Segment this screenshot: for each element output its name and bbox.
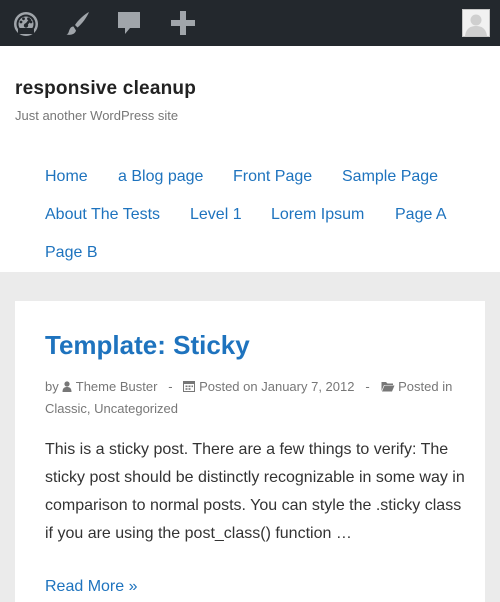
site-description: Just another WordPress site (15, 108, 179, 123)
site-header: responsive cleanup Just another WordPres… (0, 46, 500, 272)
posted-in-label: Posted in (398, 379, 453, 394)
post-meta-line-1: by Theme Buster - Posted on January 7, 2… (45, 379, 452, 394)
post-title[interactable]: Template: Sticky (45, 330, 250, 361)
category-separator: , (86, 401, 91, 416)
post-date-link[interactable]: January 7, 2012 (261, 379, 354, 394)
category-link-classic[interactable]: Classic (45, 401, 87, 416)
nav-item-sample-page[interactable]: Sample Page (342, 168, 438, 186)
calendar-icon (183, 381, 196, 392)
nav-item-blog-page[interactable]: a Blog page (118, 168, 203, 186)
read-more-link[interactable]: Read More » (45, 578, 138, 596)
dashboard-icon[interactable] (8, 0, 44, 46)
category-link-uncategorized[interactable]: Uncategorized (94, 401, 178, 416)
nav-item-page-b[interactable]: Page B (45, 244, 97, 262)
nav-item-lorem-ipsum[interactable]: Lorem Ipsum (271, 206, 364, 224)
nav-item-home[interactable]: Home (45, 168, 88, 186)
posted-on-label: Posted on (199, 379, 258, 394)
user-icon (62, 381, 72, 392)
folder-icon (381, 382, 394, 392)
admin-bar (0, 0, 500, 46)
meta-by-label: by (45, 379, 59, 394)
post-excerpt: This is a sticky post. There are a few t… (45, 441, 465, 542)
author-link[interactable]: Theme Buster (76, 379, 158, 394)
customize-brush-icon[interactable] (60, 0, 96, 46)
nav-item-page-a[interactable]: Page A (395, 206, 447, 224)
site-title[interactable]: responsive cleanup (15, 78, 196, 100)
meta-separator: - (168, 379, 173, 394)
post-meta-line-2: Classic, Uncategorized (45, 401, 178, 416)
comments-icon[interactable] (111, 0, 147, 46)
meta-separator: - (365, 379, 370, 394)
user-avatar[interactable] (462, 9, 490, 37)
new-content-plus-icon[interactable] (165, 0, 201, 46)
sticky-post-card: Template: Sticky by Theme Buster - Poste… (15, 301, 485, 602)
nav-item-front-page[interactable]: Front Page (233, 168, 312, 186)
nav-item-about-the-tests[interactable]: About The Tests (45, 206, 160, 224)
nav-item-level-1[interactable]: Level 1 (190, 206, 242, 224)
